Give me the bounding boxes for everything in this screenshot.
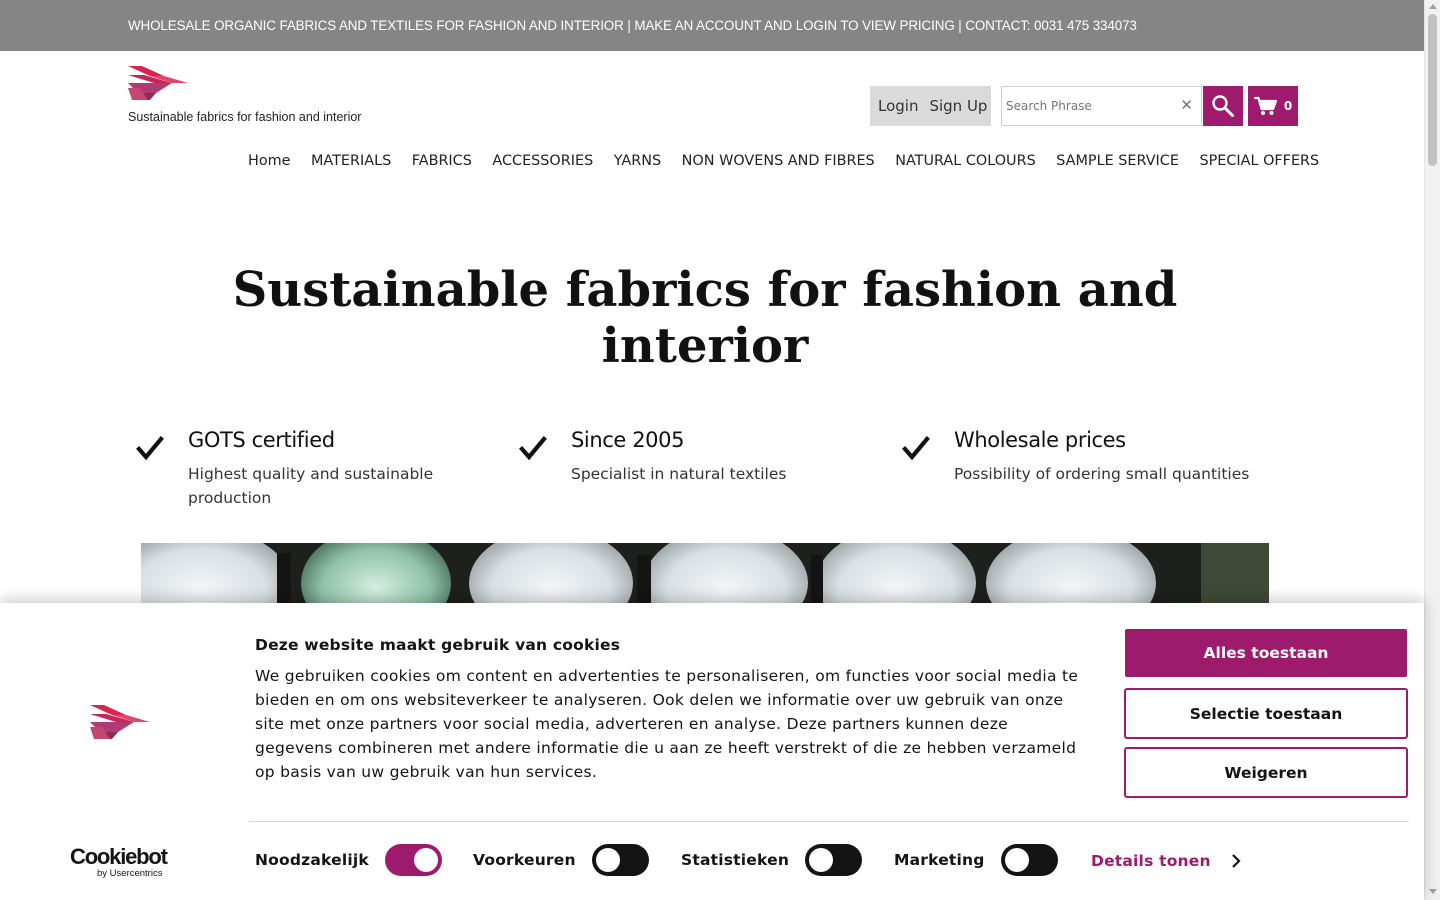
shopping-cart-icon bbox=[1253, 96, 1277, 115]
cookiebot-byline: by Usercentrics bbox=[97, 868, 163, 879]
cookie-title: Deze website maakt gebruik van cookies bbox=[255, 636, 621, 654]
nav-item-accessories[interactable]: ACCESSORIES bbox=[492, 153, 593, 169]
toggle-knob bbox=[809, 848, 834, 872]
toggle-knob bbox=[413, 848, 438, 872]
signup-link[interactable]: Sign Up bbox=[929, 97, 987, 115]
scroll-down-arrow-icon[interactable] bbox=[1429, 889, 1437, 894]
nav-item-non-wovens[interactable]: NON WOVENS AND FIBRES bbox=[682, 153, 875, 169]
consent-marketing: Marketing bbox=[894, 844, 1058, 876]
nav-item-home[interactable]: Home bbox=[248, 153, 291, 169]
feature-title: Wholesale prices bbox=[954, 428, 1126, 452]
feature-title: Since 2005 bbox=[571, 428, 685, 452]
marketing-toggle[interactable] bbox=[1000, 844, 1058, 876]
site-tagline: Sustainable fabrics for fashion and inte… bbox=[128, 110, 362, 124]
cookie-banner-logo bbox=[90, 705, 150, 739]
cart-button[interactable]: 0 bbox=[1248, 86, 1298, 126]
site-logo[interactable] bbox=[128, 66, 188, 102]
search-box: ✕ bbox=[1001, 86, 1202, 126]
consent-label: Statistieken bbox=[681, 851, 790, 869]
allow-selection-button[interactable]: Selectie toestaan bbox=[1124, 688, 1408, 739]
cookie-divider bbox=[249, 821, 1409, 822]
login-link[interactable]: Login bbox=[878, 97, 918, 115]
consent-label: Marketing bbox=[894, 851, 985, 869]
toggle-knob bbox=[595, 848, 620, 872]
account-box: Login Sign Up bbox=[870, 86, 991, 126]
feature-title: GOTS certified bbox=[188, 428, 335, 452]
feature-description: Highest quality and sustainable producti… bbox=[188, 465, 434, 507]
hero-title: Sustainable fabrics for fashion and inte… bbox=[232, 262, 1178, 374]
search-input[interactable] bbox=[1006, 87, 1176, 125]
nav-item-special-offers[interactable]: SPECIAL OFFERS bbox=[1199, 153, 1319, 169]
chevron-right-icon bbox=[1231, 854, 1241, 868]
show-details-link[interactable]: Details tonen bbox=[1091, 852, 1241, 870]
consent-preferences: Voorkeuren bbox=[473, 844, 649, 876]
checkmark-icon bbox=[136, 436, 164, 461]
top-info-bar: WHOLESALE ORGANIC FABRICS AND TEXTILES F… bbox=[0, 0, 1424, 51]
allow-all-button[interactable]: Alles toestaan bbox=[1125, 629, 1407, 677]
preferences-toggle[interactable] bbox=[591, 844, 649, 876]
checkmark-icon bbox=[902, 436, 930, 461]
main-navigation: Home MATERIALS FABRICS ACCESSORIES YARNS… bbox=[248, 153, 1340, 169]
search-icon bbox=[1212, 95, 1234, 117]
consent-label: Voorkeuren bbox=[473, 851, 576, 869]
statistics-toggle[interactable] bbox=[805, 844, 863, 876]
page: WHOLESALE ORGANIC FABRICS AND TEXTILES F… bbox=[0, 0, 1440, 900]
show-details-label: Details tonen bbox=[1091, 852, 1211, 870]
cookiebot-logo: Cookiebot by Usercentrics bbox=[70, 845, 180, 879]
top-info-text: WHOLESALE ORGANIC FABRICS AND TEXTILES F… bbox=[128, 18, 1137, 33]
vertical-scrollbar[interactable] bbox=[1424, 0, 1440, 900]
scroll-up-arrow-icon[interactable] bbox=[1429, 4, 1437, 9]
decline-button[interactable]: Weigeren bbox=[1124, 747, 1408, 798]
search-button[interactable] bbox=[1203, 86, 1243, 126]
necessary-toggle[interactable] bbox=[384, 844, 442, 876]
scrollbar-thumb[interactable] bbox=[1428, 14, 1437, 166]
consent-statistics: Statistieken bbox=[681, 844, 863, 876]
cookiebot-name: Cookiebot bbox=[70, 844, 168, 869]
nav-item-materials[interactable]: MATERIALS bbox=[311, 153, 391, 169]
nav-item-fabrics[interactable]: FABRICS bbox=[412, 153, 472, 169]
hero-yarn-image bbox=[141, 543, 1269, 605]
toggle-knob bbox=[1004, 848, 1029, 872]
consent-label: Noodzakelijk bbox=[255, 851, 369, 869]
feature-description: Possibility of ordering small quantities bbox=[954, 465, 1250, 483]
nav-item-yarns[interactable]: YARNS bbox=[614, 153, 661, 169]
checkmark-icon bbox=[519, 436, 547, 461]
search-clear-icon[interactable]: ✕ bbox=[1180, 96, 1193, 114]
nav-item-natural-colours[interactable]: NATURAL COLOURS bbox=[895, 153, 1036, 169]
consent-necessary: Noodzakelijk bbox=[255, 844, 442, 876]
cart-count-badge: 0 bbox=[1283, 99, 1293, 113]
cookie-consent-banner: Deze website maakt gebruik van cookies W… bbox=[0, 603, 1424, 900]
feature-description: Specialist in natural textiles bbox=[571, 465, 787, 483]
nav-item-sample-service[interactable]: SAMPLE SERVICE bbox=[1056, 153, 1179, 169]
cookie-description: We gebruiken cookies om content en adver… bbox=[255, 667, 1079, 781]
